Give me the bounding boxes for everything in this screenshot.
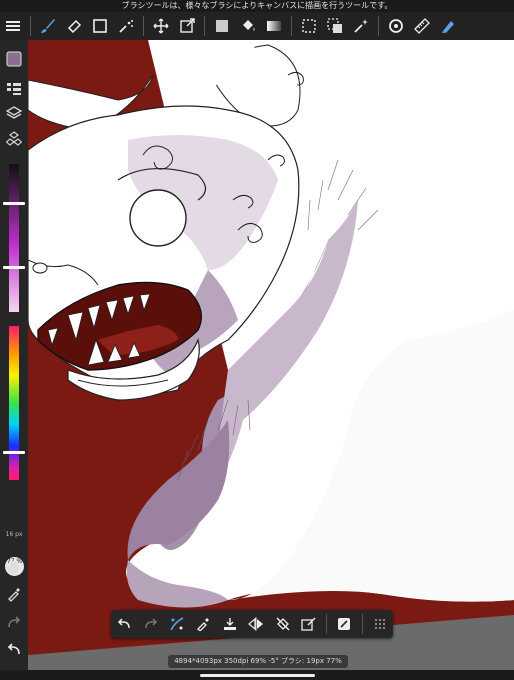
canvas-status-bar: 4894*4093px 350dpi 69% -5° ブラシ: 19px 77% — [168, 655, 348, 668]
menu-icon[interactable] — [0, 13, 26, 39]
hand-icon[interactable] — [0, 556, 28, 578]
current-color-swatch[interactable] — [0, 48, 28, 70]
fill-color-icon[interactable] — [209, 13, 235, 39]
layer-download-icon[interactable] — [217, 610, 243, 638]
hue-slider[interactable] — [9, 326, 19, 480]
eyedropper-sidebar-icon[interactable] — [0, 583, 28, 605]
top-toolbar — [0, 12, 514, 40]
materials-icon[interactable] — [0, 128, 28, 150]
brush-size-slider[interactable] — [9, 164, 19, 312]
redo-icon[interactable] — [137, 610, 163, 638]
toolbar-divider — [378, 16, 379, 36]
snap-off-icon[interactable] — [269, 610, 295, 638]
hue-handle[interactable] — [3, 451, 25, 454]
toolbar-divider — [204, 16, 205, 36]
toolbar-divider — [291, 16, 292, 36]
magic-wand-icon[interactable] — [348, 13, 374, 39]
quick-action-bar — [111, 610, 393, 638]
brush-icon[interactable] — [35, 13, 61, 39]
eraser-icon[interactable] — [61, 13, 87, 39]
ruler-icon[interactable] — [409, 13, 435, 39]
flip-icon[interactable] — [243, 610, 269, 638]
undo-sidebar-icon[interactable] — [0, 638, 28, 660]
edit-layer-icon[interactable] — [296, 610, 322, 638]
brush-size-handle[interactable] — [3, 202, 25, 205]
eyedropper-icon[interactable] — [190, 610, 216, 638]
brush-size-value: 16 px — [5, 531, 23, 538]
toolbar-divider — [143, 16, 144, 36]
tool-hint: ブラシツールは、様々なブラシによりキャンバスに描画を行うツールです。 — [0, 0, 514, 12]
bucket-icon[interactable] — [235, 13, 261, 39]
toolbar-divider — [30, 16, 31, 36]
home-indicator — [200, 674, 315, 677]
magic-brush-icon[interactable] — [113, 13, 139, 39]
select-layer-icon[interactable] — [322, 13, 348, 39]
paste-icon[interactable] — [331, 610, 357, 638]
transform-icon[interactable] — [174, 13, 200, 39]
opacity-handle[interactable] — [3, 266, 25, 269]
rectangle-icon[interactable] — [87, 13, 113, 39]
left-sidebar: 16 px 77 % — [0, 40, 28, 670]
grid-menu-icon[interactable] — [367, 610, 393, 638]
layers-icon[interactable] — [0, 102, 28, 124]
gradient-icon[interactable] — [261, 13, 287, 39]
redo-sidebar-icon[interactable] — [0, 611, 28, 633]
move-icon[interactable] — [148, 13, 174, 39]
bottombar-divider — [361, 614, 363, 634]
bottombar-divider — [326, 614, 328, 634]
rotate-canvas-icon[interactable] — [383, 13, 409, 39]
select-rectangle-icon[interactable] — [296, 13, 322, 39]
pen-active-icon[interactable] — [435, 13, 461, 39]
drawing-canvas[interactable] — [28, 40, 514, 670]
stabilizer-icon[interactable] — [164, 610, 190, 638]
undo-icon[interactable] — [111, 610, 137, 638]
layer-list-icon[interactable] — [0, 78, 28, 100]
